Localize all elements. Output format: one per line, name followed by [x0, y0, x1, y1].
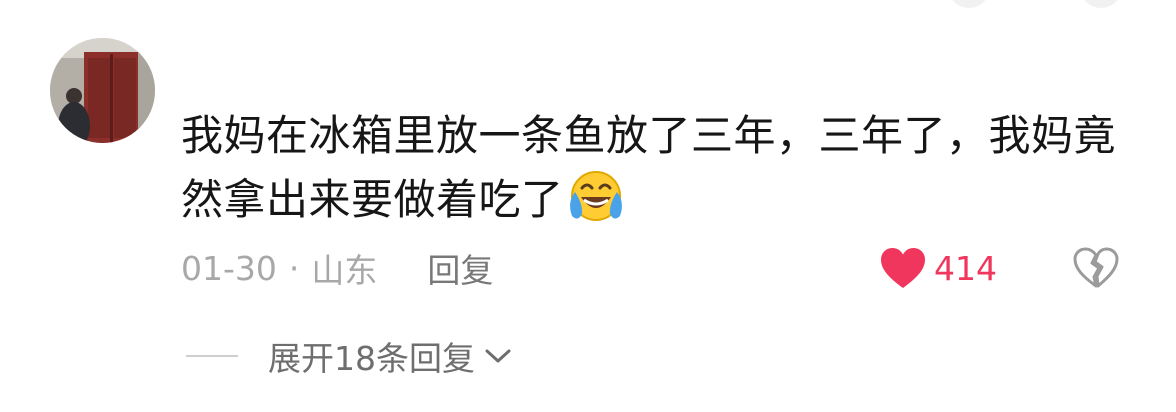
expand-replies-button[interactable]: 展开18条回复 — [186, 334, 513, 378]
broken-heart-icon — [1073, 247, 1119, 288]
divider-line — [186, 355, 238, 357]
like-button[interactable]: 414 — [880, 244, 997, 292]
comment-body: 我妈在冰箱里放一条鱼放了三年，三年了，我妈竟然拿出来要做着吃了 — [181, 111, 1117, 224]
dislike-button[interactable] — [1072, 246, 1120, 290]
comment-text: 我妈在冰箱里放一条鱼放了三年，三年了，我妈竟然拿出来要做着吃了 — [181, 106, 1141, 230]
crying-laughing-emoji-icon — [566, 166, 624, 224]
chevron-down-icon — [485, 349, 511, 363]
avatar-photo — [50, 38, 155, 143]
meta-separator: · — [288, 248, 300, 288]
comment-date: 01-30 — [181, 248, 277, 288]
reply-button[interactable]: 回复 — [427, 244, 493, 292]
top-action-circle-1[interactable] — [948, 0, 990, 8]
like-count: 414 — [934, 248, 997, 288]
expand-replies-label: 展开18条回复 — [268, 339, 475, 378]
avatar[interactable] — [50, 38, 155, 143]
comment-meta: 01-30 · 山东 回复 — [181, 244, 493, 292]
heart-icon — [881, 248, 925, 288]
comment-location: 山东 — [311, 251, 378, 290]
top-action-circle-2[interactable] — [1080, 0, 1122, 8]
